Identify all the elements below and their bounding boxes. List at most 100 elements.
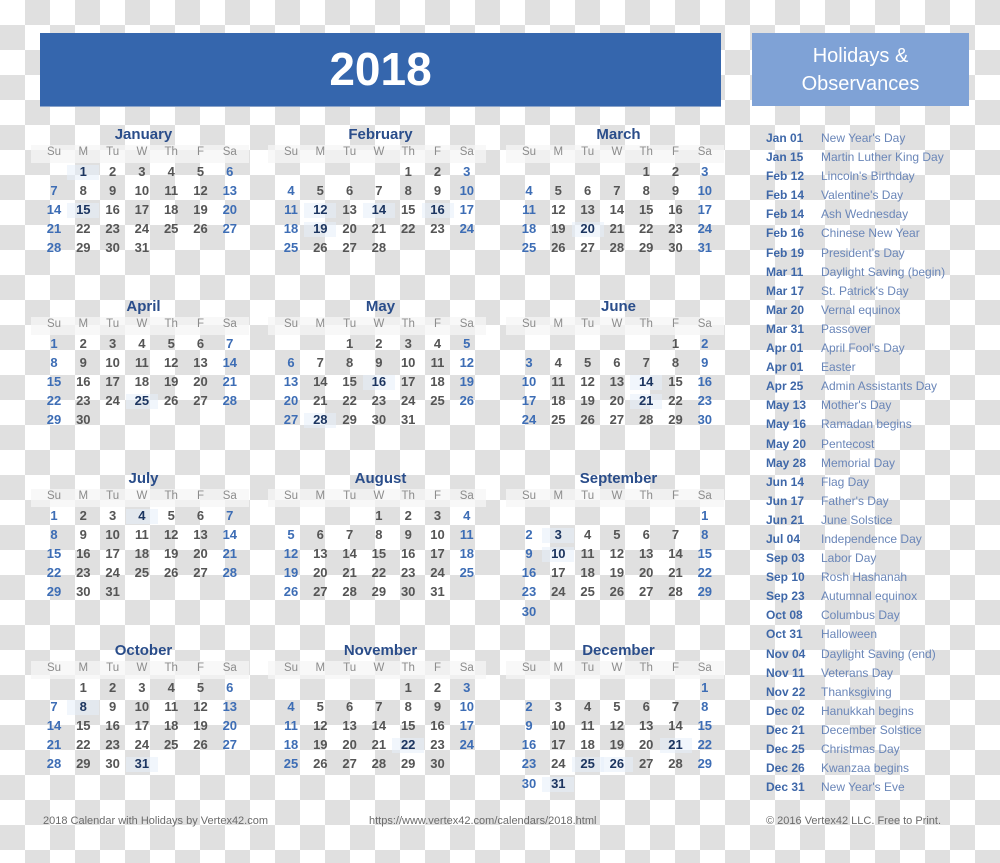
calendar-day: 1 [50, 508, 58, 523]
calendar-day: 30 [105, 240, 120, 256]
calendar-day-holiday: 14 [630, 374, 663, 391]
calendar-day: 12 [459, 355, 475, 371]
calendar-day: 25 [163, 221, 179, 237]
calendar-day: 25 [283, 756, 299, 772]
calendar-day: 27 [609, 412, 625, 428]
calendar-day: 30 [668, 240, 683, 256]
calendar-day: 26 [313, 240, 328, 256]
holiday-list-item: Sep 23 Autumnal equinox [752, 587, 992, 606]
month-title: March [596, 126, 641, 143]
holiday-list-item: Feb 16 Chinese New Year [752, 224, 992, 243]
weekday-label: F [433, 146, 442, 158]
calendar-day: 27 [283, 412, 299, 428]
holiday-name: Flag Day [821, 474, 870, 489]
calendar-day: 13 [222, 699, 238, 715]
calendar-day: 2 [79, 508, 87, 523]
holiday-name: Labor Day [821, 551, 877, 566]
weekday-label: Tu [343, 146, 357, 158]
holiday-date: Nov 04 [766, 646, 806, 661]
calendar-day: 5 [554, 183, 562, 199]
calendar-day: 22 [400, 221, 416, 237]
calendar-day: 5 [196, 164, 205, 179]
calendar-day: 15 [400, 718, 416, 734]
calendar-day: 1 [701, 508, 709, 523]
holiday-date: Feb 14 [766, 188, 805, 203]
weekday-label: Su [283, 146, 299, 158]
holiday-list-item: May 13 Mother's Day [752, 396, 992, 415]
calendar-day: 6 [316, 527, 324, 543]
holiday-date: Apr 01 [766, 341, 804, 356]
weekday-label: Su [521, 490, 537, 502]
calendar-day: 16 [668, 202, 683, 218]
holiday-name: Passover [821, 321, 872, 336]
calendar-day: 13 [609, 374, 625, 390]
calendar-day: 11 [551, 374, 566, 390]
calendar-day: 23 [76, 393, 91, 409]
holidays-title-line2: Observances [801, 73, 920, 95]
calendar-day: 17 [400, 374, 416, 390]
weekday-label: F [196, 146, 205, 158]
calendar-day: 5 [583, 355, 592, 371]
holiday-name: Hanukkah begins [821, 703, 914, 718]
calendar-day: 17 [459, 718, 475, 734]
calendar-day: 26 [609, 584, 625, 600]
calendar-day: 8 [50, 527, 58, 543]
calendar-day: 2 [701, 336, 709, 351]
holiday-name: Mother's Day [821, 398, 892, 413]
holidays-banner: Holidays & Observances [752, 33, 969, 106]
weekday-label: W [136, 146, 148, 158]
calendar-day: 11 [580, 718, 595, 734]
calendar-day-holiday: 13 [283, 374, 299, 390]
holiday-date: Nov 22 [766, 684, 806, 699]
calendar-day: 23 [668, 221, 683, 237]
calendar-day: 28 [222, 393, 238, 409]
calendar-day: 6 [345, 699, 354, 715]
holiday-list-item: Dec 25 Christmas Day [752, 740, 992, 759]
calendar-day: 5 [167, 336, 175, 351]
year-title: 2018 [329, 43, 432, 95]
calendar-day: 25 [580, 584, 595, 600]
footer-url[interactable]: https://www.vertex42.com/calendars/2018.… [369, 815, 596, 827]
calendar-day: 18 [163, 718, 179, 734]
weekday-label: M [78, 318, 89, 330]
weekday-label: Sa [222, 146, 237, 158]
calendar-day-holiday: 3 [542, 527, 575, 544]
calendar-day: 19 [459, 374, 475, 390]
calendar-day: 5 [316, 183, 324, 199]
calendar-day: 31 [400, 412, 416, 428]
calendar-day: 10 [459, 183, 475, 199]
calendar-day: 22 [697, 737, 713, 753]
calendar-day: 12 [313, 718, 328, 734]
holiday-list-item: Apr 01 April Fool's Day [752, 339, 992, 358]
calendar-day: 9 [108, 699, 117, 715]
calendar-day: 23 [105, 737, 120, 753]
calendar-day: 18 [283, 221, 299, 237]
calendar-day: 11 [459, 527, 474, 543]
calendar-day: 5 [167, 508, 175, 523]
calendar-day: 15 [371, 546, 387, 562]
calendar-day: 1 [671, 336, 680, 351]
calendar-day: 16 [521, 565, 537, 581]
calendar-day: 19 [193, 718, 208, 734]
holiday-list-item: Nov 11 Veterans Day [752, 664, 992, 683]
calendar-day: 19 [313, 737, 328, 753]
holiday-date: Feb 16 [766, 226, 805, 241]
calendar-day: 25 [163, 737, 179, 753]
calendar-day: 27 [638, 756, 654, 772]
calendar-day: 19 [580, 393, 595, 409]
calendar-day: 26 [459, 393, 475, 409]
holiday-date: Dec 25 [766, 742, 805, 756]
calendar-day: 22 [697, 565, 713, 581]
calendar-day: 28 [638, 412, 654, 428]
holiday-name: Chinese New Year [821, 226, 920, 241]
calendar-day: 6 [345, 183, 354, 199]
calendar-day: 28 [371, 240, 387, 256]
calendar-day: 21 [609, 221, 625, 237]
holiday-list-item: Apr 25 Admin Assistants Day [752, 377, 992, 396]
calendar-day: 25 [283, 240, 299, 256]
weekday-label: Sa [459, 146, 474, 158]
holiday-name: Martin Luther King Day [821, 150, 944, 165]
calendar-day: 30 [430, 756, 445, 772]
calendar-day: 3 [701, 164, 709, 179]
calendar-day: 23 [430, 737, 445, 753]
